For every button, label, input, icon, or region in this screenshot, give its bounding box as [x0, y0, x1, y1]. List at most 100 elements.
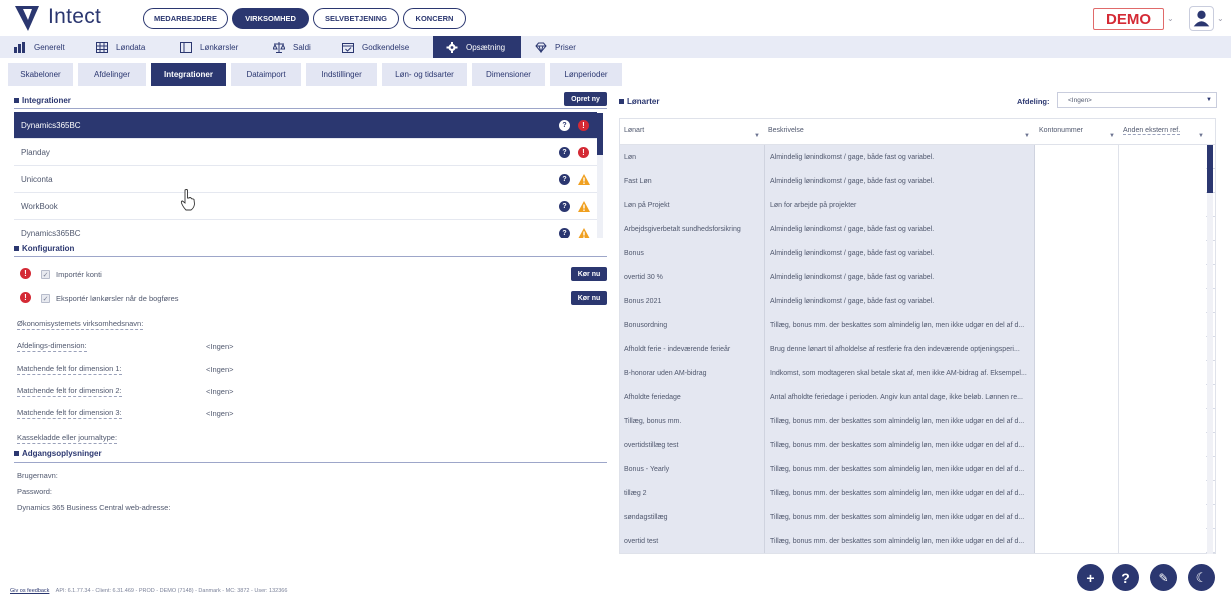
nav-godkendelse[interactable]: Godkendelse: [334, 36, 430, 58]
cell-kontonummer[interactable]: [1035, 361, 1119, 385]
cell-ekstern-ref[interactable]: [1119, 169, 1206, 193]
tab-dimensioner[interactable]: Dimensioner: [472, 63, 545, 86]
nav-lonkorsler[interactable]: Lønkørsler: [172, 36, 258, 58]
cell-ekstern-ref[interactable]: [1119, 529, 1206, 553]
demo-selector[interactable]: DEMO: [1093, 8, 1164, 30]
pill-medarbejdere[interactable]: MEDARBEJDERE: [143, 8, 228, 29]
nav-saldi[interactable]: Saldi: [265, 36, 331, 58]
tab-lon-og-tidsarter[interactable]: Løn- og tidsarter: [382, 63, 467, 86]
cell-ekstern-ref[interactable]: [1119, 505, 1206, 529]
integration-row[interactable]: Dynamics365BC ? !: [14, 112, 597, 139]
table-row[interactable]: Afholdt ferie - indeværende ferieår Brug …: [620, 337, 1215, 361]
cell-ekstern-ref[interactable]: [1119, 409, 1206, 433]
cell-ekstern-ref[interactable]: [1119, 457, 1206, 481]
column-filter-icon[interactable]: ▼: [1109, 133, 1115, 139]
nav-londata[interactable]: Løndata: [88, 36, 166, 58]
add-fab-button[interactable]: +: [1077, 564, 1104, 591]
tab-skabeloner[interactable]: Skabeloner: [8, 63, 73, 86]
integration-row[interactable]: WorkBook ?: [14, 193, 597, 220]
cell-kontonummer[interactable]: [1035, 433, 1119, 457]
help-icon[interactable]: ?: [559, 120, 570, 131]
table-row[interactable]: Bonus 2021 Almindelig lønindkomst / gage,…: [620, 289, 1215, 313]
table-row[interactable]: overtidstillæg test Tillæg, bonus mm. der…: [620, 433, 1215, 457]
help-icon[interactable]: ?: [559, 147, 570, 158]
department-filter-select[interactable]: <Ingen> ▼: [1057, 92, 1217, 108]
create-integration-button[interactable]: Opret ny: [564, 92, 607, 106]
import-accounts-checkbox[interactable]: ✓: [41, 270, 50, 279]
dimension-3-value[interactable]: <Ingen>: [206, 409, 234, 418]
table-row[interactable]: overtid test Tillæg, bonus mm. der beskat…: [620, 529, 1215, 553]
integration-row[interactable]: Dynamics365BC ?: [14, 220, 597, 238]
column-filter-icon[interactable]: ▼: [754, 133, 760, 139]
intect-logo-icon[interactable]: [14, 4, 40, 32]
help-icon[interactable]: ?: [559, 228, 570, 238]
demo-chevron-down-icon[interactable]: ⌄: [1167, 14, 1176, 23]
dimension-1-value[interactable]: <Ingen>: [206, 365, 234, 374]
cell-ekstern-ref[interactable]: [1119, 265, 1206, 289]
table-row[interactable]: B-honorar uden AM-bidrag Indkomst, som mo…: [620, 361, 1215, 385]
tab-integrationer[interactable]: Integrationer: [151, 63, 226, 86]
table-row[interactable]: overtid 30 % Almindelig lønindkomst / gag…: [620, 265, 1215, 289]
grid-scrollbar[interactable]: [1207, 145, 1213, 554]
col-header-kontonummer[interactable]: Kontonummer: [1039, 127, 1083, 134]
tab-dataimport[interactable]: Dataimport: [231, 63, 301, 86]
feedback-link[interactable]: Giv os feedback: [10, 588, 49, 594]
cell-ekstern-ref[interactable]: [1119, 217, 1206, 241]
help-fab-button[interactable]: ?: [1112, 564, 1139, 591]
cell-ekstern-ref[interactable]: [1119, 145, 1206, 169]
cell-kontonummer[interactable]: [1035, 217, 1119, 241]
table-row[interactable]: Bonusordning Tillæg, bonus mm. der beskat…: [620, 313, 1215, 337]
cell-ekstern-ref[interactable]: [1119, 313, 1206, 337]
table-row[interactable]: Bonus - Yearly Tillæg, bonus mm. der besk…: [620, 457, 1215, 481]
run-import-button[interactable]: Kør nu: [571, 267, 607, 281]
table-row[interactable]: Bonus Almindelig lønindkomst / gage, både…: [620, 241, 1215, 265]
help-icon[interactable]: ?: [559, 174, 570, 185]
table-row[interactable]: tillæg 2 Tillæg, bonus mm. der beskattes …: [620, 481, 1215, 505]
cell-kontonummer[interactable]: [1035, 457, 1119, 481]
table-row[interactable]: Arbejdsgiverbetalt sundhedsforsikring Alm…: [620, 217, 1215, 241]
cell-kontonummer[interactable]: [1035, 481, 1119, 505]
integration-row[interactable]: Planday ? !: [14, 139, 597, 166]
export-payroll-checkbox[interactable]: ✓: [41, 294, 50, 303]
cell-kontonummer[interactable]: [1035, 313, 1119, 337]
cell-kontonummer[interactable]: [1035, 337, 1119, 361]
cell-kontonummer[interactable]: [1035, 289, 1119, 313]
grid-scroll-thumb[interactable]: [1207, 145, 1213, 193]
help-icon[interactable]: ?: [559, 201, 570, 212]
cell-kontonummer[interactable]: [1035, 241, 1119, 265]
integration-row[interactable]: Uniconta ?: [14, 166, 597, 193]
col-header-lonart[interactable]: Lønart: [624, 127, 644, 134]
run-export-button[interactable]: Kør nu: [571, 291, 607, 305]
table-row[interactable]: Løn Almindelig lønindkomst / gage, både f…: [620, 145, 1215, 169]
edit-pencil-fab-button[interactable]: ✎: [1150, 564, 1177, 591]
column-filter-icon[interactable]: ▼: [1198, 133, 1204, 139]
cell-ekstern-ref[interactable]: [1119, 241, 1206, 265]
col-header-ekstern-ref[interactable]: Anden ekstern ref.: [1123, 127, 1181, 135]
table-row[interactable]: Afholdte feriedage Antal afholdte ferieda…: [620, 385, 1215, 409]
pill-koncern[interactable]: KONCERN: [403, 8, 466, 29]
tab-indstillinger[interactable]: Indstillinger: [306, 63, 377, 86]
table-row[interactable]: Løn på Projekt Løn for arbejde på projekt…: [620, 193, 1215, 217]
column-filter-icon[interactable]: ▼: [1024, 133, 1030, 139]
department-dimension-value[interactable]: <Ingen>: [206, 342, 234, 351]
cell-ekstern-ref[interactable]: [1119, 433, 1206, 457]
nav-priser[interactable]: Priser: [526, 36, 594, 58]
cell-kontonummer[interactable]: [1035, 193, 1119, 217]
table-row[interactable]: Tillæg, bonus mm. Tillæg, bonus mm. der b…: [620, 409, 1215, 433]
cell-kontonummer[interactable]: [1035, 169, 1119, 193]
col-header-beskrivelse[interactable]: Beskrivelse: [768, 127, 804, 134]
cell-ekstern-ref[interactable]: [1119, 289, 1206, 313]
dark-mode-moon-fab-button[interactable]: ☾: [1188, 564, 1215, 591]
table-row[interactable]: Fast Løn Almindelig lønindkomst / gage, b…: [620, 169, 1215, 193]
user-avatar-icon[interactable]: [1189, 6, 1214, 31]
cell-kontonummer[interactable]: [1035, 409, 1119, 433]
cell-ekstern-ref[interactable]: [1119, 361, 1206, 385]
cell-kontonummer[interactable]: [1035, 145, 1119, 169]
table-row[interactable]: søndagstillæg Tillæg, bonus mm. der beska…: [620, 505, 1215, 529]
dimension-2-value[interactable]: <Ingen>: [206, 387, 234, 396]
nav-generelt[interactable]: Generelt: [0, 36, 78, 58]
cell-kontonummer[interactable]: [1035, 505, 1119, 529]
cell-kontonummer[interactable]: [1035, 385, 1119, 409]
tab-lonperioder[interactable]: Lønperioder: [550, 63, 622, 86]
tab-afdelinger[interactable]: Afdelinger: [78, 63, 146, 86]
